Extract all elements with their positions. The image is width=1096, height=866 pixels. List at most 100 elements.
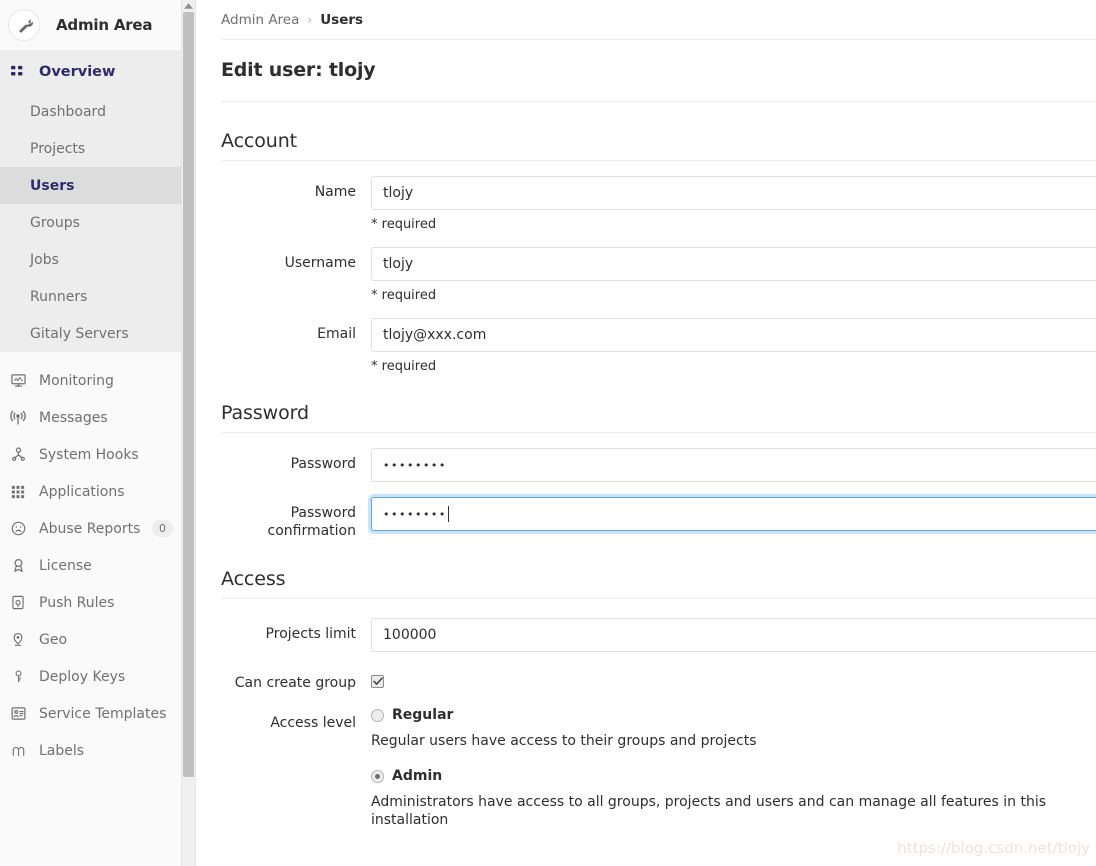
hook-icon: [9, 446, 27, 464]
name-required-hint: * required: [371, 217, 437, 232]
sidebar-item-label: Deploy Keys: [39, 668, 126, 685]
apps-grid-icon: [9, 483, 27, 501]
sidebar-item-deploy-keys[interactable]: Deploy Keys: [0, 658, 195, 695]
main-content: Admin Area › Users Edit user: tlojy Acco…: [196, 0, 1096, 866]
regular-label: Regular: [392, 707, 454, 723]
text-cursor: [447, 506, 449, 522]
sidebar-item-push-rules[interactable]: Push Rules: [0, 584, 195, 621]
regular-description: Regular users have access to their group…: [371, 733, 757, 749]
access-level-label: Access level: [270, 715, 356, 731]
password-confirmation-input[interactable]: ••••••••: [371, 497, 1096, 531]
sidebar-item-label: Groups: [30, 214, 80, 231]
form-row-access-level: Access level Regular Regular users have …: [221, 707, 1096, 847]
sidebar-item-labels[interactable]: Labels: [0, 732, 195, 769]
section-title-access: Access: [221, 540, 1096, 599]
sidebar-item-label: System Hooks: [39, 446, 139, 463]
grid-icon: [9, 63, 27, 81]
form-row-can-create-group: Can create group: [221, 667, 1096, 692]
sidebar-item-projects[interactable]: Projects: [0, 130, 195, 167]
template-icon: [9, 705, 27, 723]
email-input[interactable]: tlojy@xxx.com: [371, 318, 1096, 352]
breadcrumb-separator-icon: ›: [307, 12, 313, 27]
sidebar-item-label: Messages: [39, 409, 108, 426]
name-label: Name: [314, 184, 356, 200]
sidebar-item-label: Runners: [30, 288, 88, 305]
projects-limit-label: Projects limit: [265, 626, 356, 642]
password-masked-value: ••••••••: [383, 458, 447, 472]
sidebar-item-label: Projects: [30, 140, 86, 157]
form-row-username: Username tlojy * required: [221, 247, 1096, 303]
sidebar-overview-label: Overview: [39, 64, 116, 80]
access-level-option-admin[interactable]: Admin: [371, 768, 1096, 784]
password-confirmation-masked-value: ••••••••: [383, 507, 447, 521]
regular-radio[interactable]: [371, 708, 384, 722]
sidebar-item-jobs[interactable]: Jobs: [0, 241, 195, 278]
password-input[interactable]: ••••••••: [371, 448, 1096, 482]
page-title: Edit user: tlojy: [221, 40, 1096, 102]
can-create-group-checkbox[interactable]: [371, 675, 384, 688]
sidebar-item-label: Users: [30, 177, 75, 194]
award-icon: [9, 557, 27, 575]
can-create-group-label: Can create group: [234, 675, 356, 691]
sidebar-item-service-templates[interactable]: Service Templates: [0, 695, 195, 732]
section-title-account: Account: [221, 102, 1096, 161]
scrollbar-up-arrow-icon[interactable]: [182, 0, 195, 11]
sidebar-item-label: Service Templates: [39, 705, 167, 722]
admin-radio[interactable]: [371, 769, 384, 783]
sidebar-item-monitoring[interactable]: Monitoring: [0, 362, 195, 399]
sidebar-scrollbar[interactable]: [181, 0, 195, 866]
sidebar-item-geo[interactable]: Geo: [0, 621, 195, 658]
scrollbar-thumb[interactable]: [183, 12, 194, 777]
sidebar-item-abuse-reports[interactable]: Abuse Reports 0: [0, 510, 195, 547]
sidebar-item-label: Applications: [39, 483, 125, 500]
username-input[interactable]: tlojy: [371, 247, 1096, 281]
sidebar-item-label: Push Rules: [39, 594, 115, 611]
sidebar-item-label: Abuse Reports: [39, 520, 141, 537]
name-input[interactable]: tlojy: [371, 176, 1096, 210]
sidebar-item-messages[interactable]: Messages: [0, 399, 195, 436]
admin-sidebar: Admin Area Overview Dashboard Projects U…: [0, 0, 196, 866]
access-level-option-regular[interactable]: Regular: [371, 707, 1096, 723]
abuse-reports-badge: 0: [152, 520, 173, 537]
sidebar-overview-group: Overview Dashboard Projects Users Groups…: [0, 51, 195, 352]
sidebar-item-label: Labels: [39, 742, 85, 759]
sidebar-item-label: Monitoring: [39, 372, 114, 389]
sidebar-item-groups[interactable]: Groups: [0, 204, 195, 241]
sidebar-item-label: Geo: [39, 631, 68, 648]
wrench-icon: [8, 9, 40, 41]
admin-description: Administrators have access to all groups…: [371, 794, 1047, 828]
breadcrumb-current[interactable]: Users: [320, 12, 363, 28]
sidebar-item-applications[interactable]: Applications: [0, 473, 195, 510]
sidebar-main-list: Monitoring Messages System Hooks Applica…: [0, 362, 195, 769]
sidebar-item-runners[interactable]: Runners: [0, 278, 195, 315]
password-confirmation-label: Password confirmation: [267, 505, 357, 539]
sidebar-item-license[interactable]: License: [0, 547, 195, 584]
form-row-email: Email tlojy@xxx.com * required: [221, 318, 1096, 374]
projects-limit-input[interactable]: 100000: [371, 618, 1096, 652]
sidebar-item-overview[interactable]: Overview: [0, 51, 195, 93]
sidebar-item-label: Dashboard: [30, 103, 106, 120]
breadcrumb: Admin Area › Users: [221, 0, 1096, 40]
sidebar-item-system-hooks[interactable]: System Hooks: [0, 436, 195, 473]
form-row-projects-limit: Projects limit 100000: [221, 614, 1096, 652]
form-row-password: Password ••••••••: [221, 448, 1096, 482]
sidebar-item-label: License: [39, 557, 92, 574]
key-icon: [9, 668, 27, 686]
breadcrumb-root[interactable]: Admin Area: [221, 12, 299, 28]
location-pin-icon: [9, 631, 27, 649]
form-row-name: Name tlojy * required: [221, 176, 1096, 232]
username-required-hint: * required: [371, 288, 437, 303]
label-icon: [9, 742, 27, 760]
sidebar-item-users[interactable]: Users: [0, 167, 195, 204]
push-rules-icon: [9, 594, 27, 612]
username-label: Username: [284, 255, 356, 271]
sidebar-item-dashboard[interactable]: Dashboard: [0, 93, 195, 130]
password-label: Password: [290, 456, 356, 472]
sidebar-header[interactable]: Admin Area: [0, 0, 195, 51]
monitor-icon: [9, 372, 27, 390]
form-row-password-confirmation: Password confirmation ••••••••: [221, 497, 1096, 540]
sidebar-item-label: Gitaly Servers: [30, 325, 129, 342]
frown-icon: [9, 520, 27, 538]
sidebar-item-gitaly-servers[interactable]: Gitaly Servers: [0, 315, 195, 352]
email-label: Email: [317, 326, 356, 342]
